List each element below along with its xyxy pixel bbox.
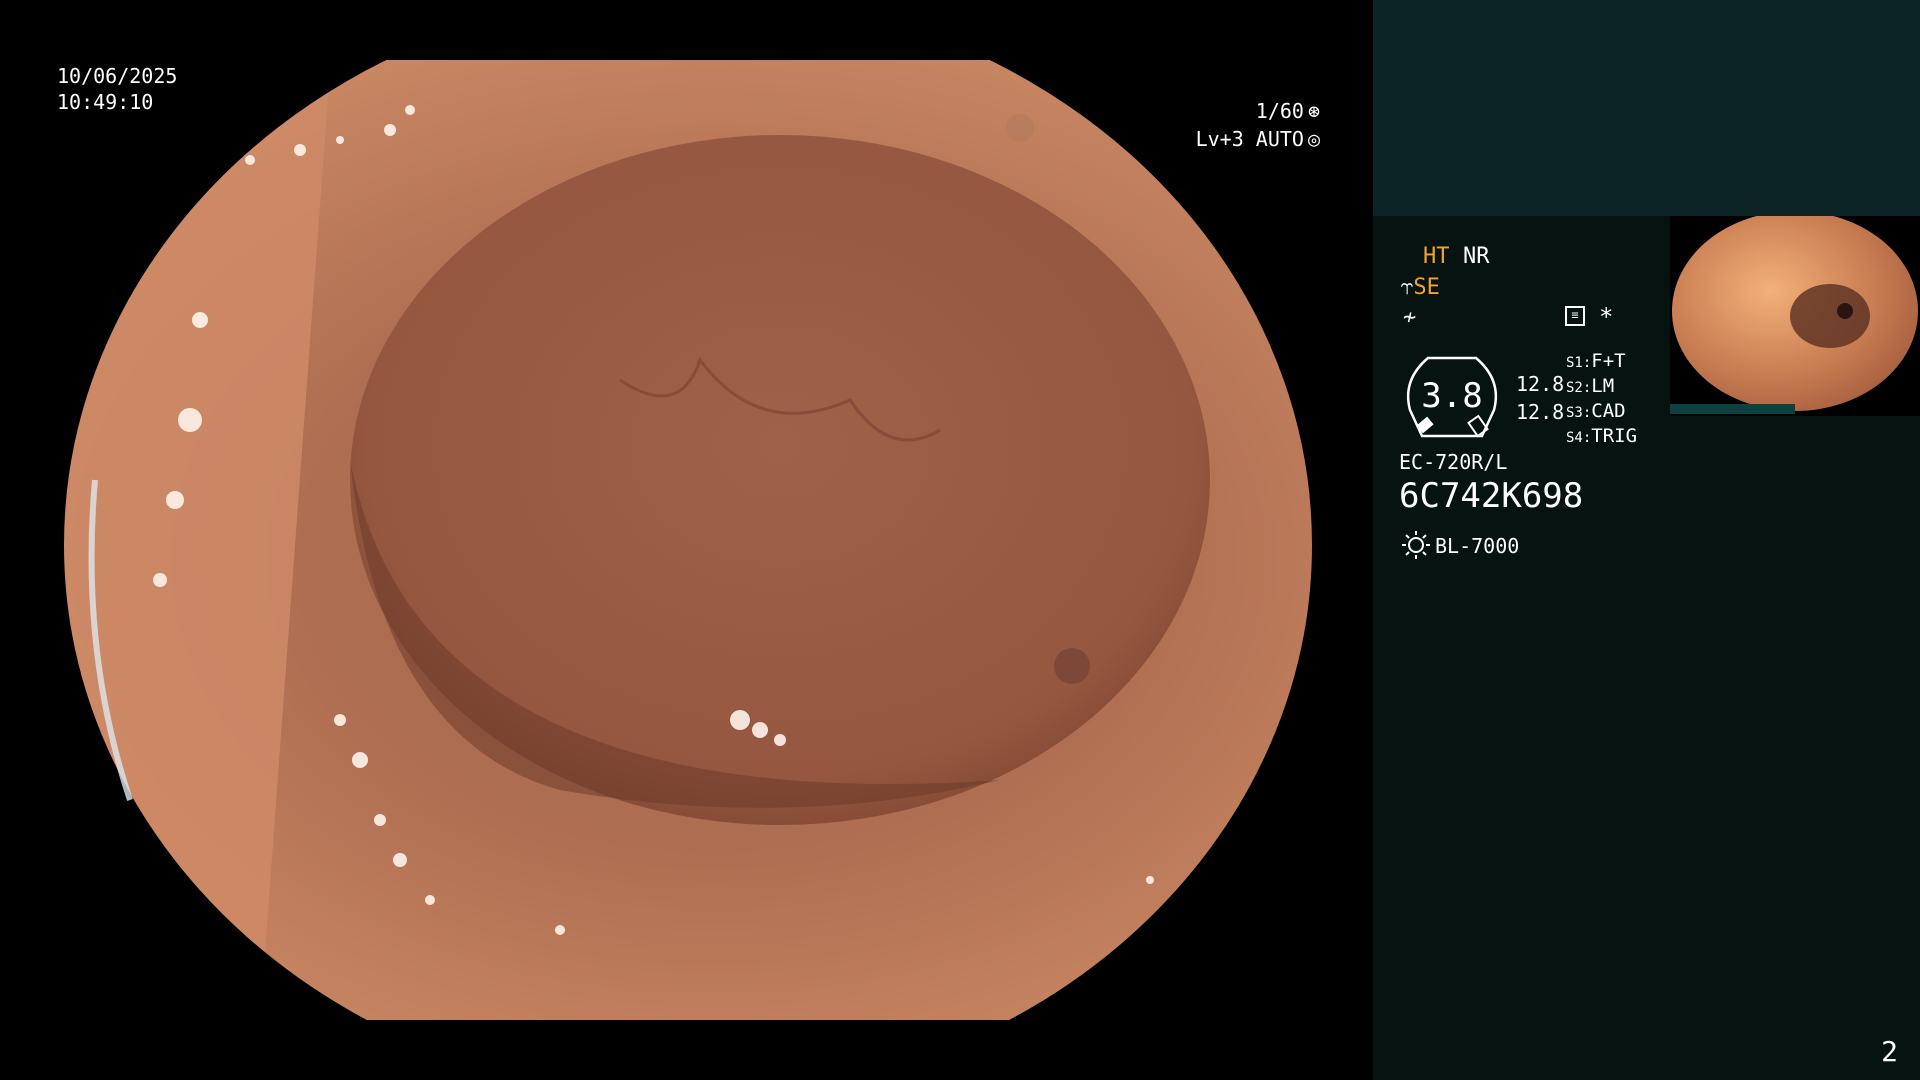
- switch-4: S4:TRIG: [1566, 424, 1637, 451]
- memo-icon: ≡: [1565, 306, 1585, 326]
- frequency-icon: ≁: [1403, 305, 1417, 330]
- distance-2: 12.8: [1516, 400, 1565, 424]
- endoscopic-view: 10/06/2025 10:49:10 1/60 ⊛ Lv+3 AUTO ◎: [0, 0, 1373, 1080]
- switch-key: S3:: [1566, 405, 1592, 421]
- switch-2: S2:LM: [1566, 374, 1614, 401]
- switch-label: LM: [1591, 375, 1615, 397]
- gauge-value: 3.8: [1421, 376, 1483, 416]
- level-readout: Lv+3 AUTO ◎: [1196, 126, 1320, 152]
- page-number: 2: [1881, 1035, 1898, 1068]
- shutter-readout: 1/60 ⊛: [1256, 98, 1320, 124]
- scope-serial: 6C742K698: [1399, 476, 1584, 516]
- light-source-icon: [1402, 531, 1430, 559]
- se-row: ⥾SE: [1401, 274, 1440, 302]
- nr-indicator: NR: [1463, 244, 1490, 269]
- se-indicator: SE: [1413, 275, 1440, 300]
- endoscopic-image: [62, 0, 1314, 1080]
- switch-label: F+T: [1591, 350, 1626, 372]
- shutter-speed: 1/60: [1255, 99, 1304, 123]
- info-panel: HT NR ⥾SE ≁ ≡ * 3.8 12.8 12.8 S1:F+T S2:…: [1373, 0, 1920, 1080]
- switch-key: S1:: [1566, 355, 1592, 371]
- ht-indicator: HT: [1423, 244, 1450, 269]
- asterisk-icon: *: [1599, 303, 1614, 331]
- switch-label: CAD: [1591, 400, 1626, 422]
- thumbnail-bar: [1670, 404, 1795, 414]
- switch-label: TRIG: [1591, 425, 1638, 447]
- captured-image-thumbnail[interactable]: [1670, 216, 1920, 416]
- auto-iris-icon: ◎: [1307, 127, 1320, 151]
- switch-1: S1:F+T: [1566, 349, 1626, 376]
- switch-key: S4:: [1566, 430, 1592, 446]
- shutter-icon: ⊛: [1307, 99, 1320, 123]
- brightness-level: Lv+3 AUTO: [1195, 127, 1304, 151]
- light-source-model: BL-7000: [1435, 534, 1520, 558]
- panel-header-area: [1373, 0, 1920, 216]
- distance-1: 12.8: [1516, 372, 1565, 396]
- exam-time: 10:49:10: [57, 90, 154, 114]
- exam-date: 10/06/2025: [57, 64, 178, 88]
- scope-model: EC-720R/L: [1399, 450, 1508, 474]
- switch-3: S3:CAD: [1566, 399, 1626, 426]
- switch-key: S2:: [1566, 380, 1592, 396]
- scope-icon: ⥾: [1401, 275, 1414, 300]
